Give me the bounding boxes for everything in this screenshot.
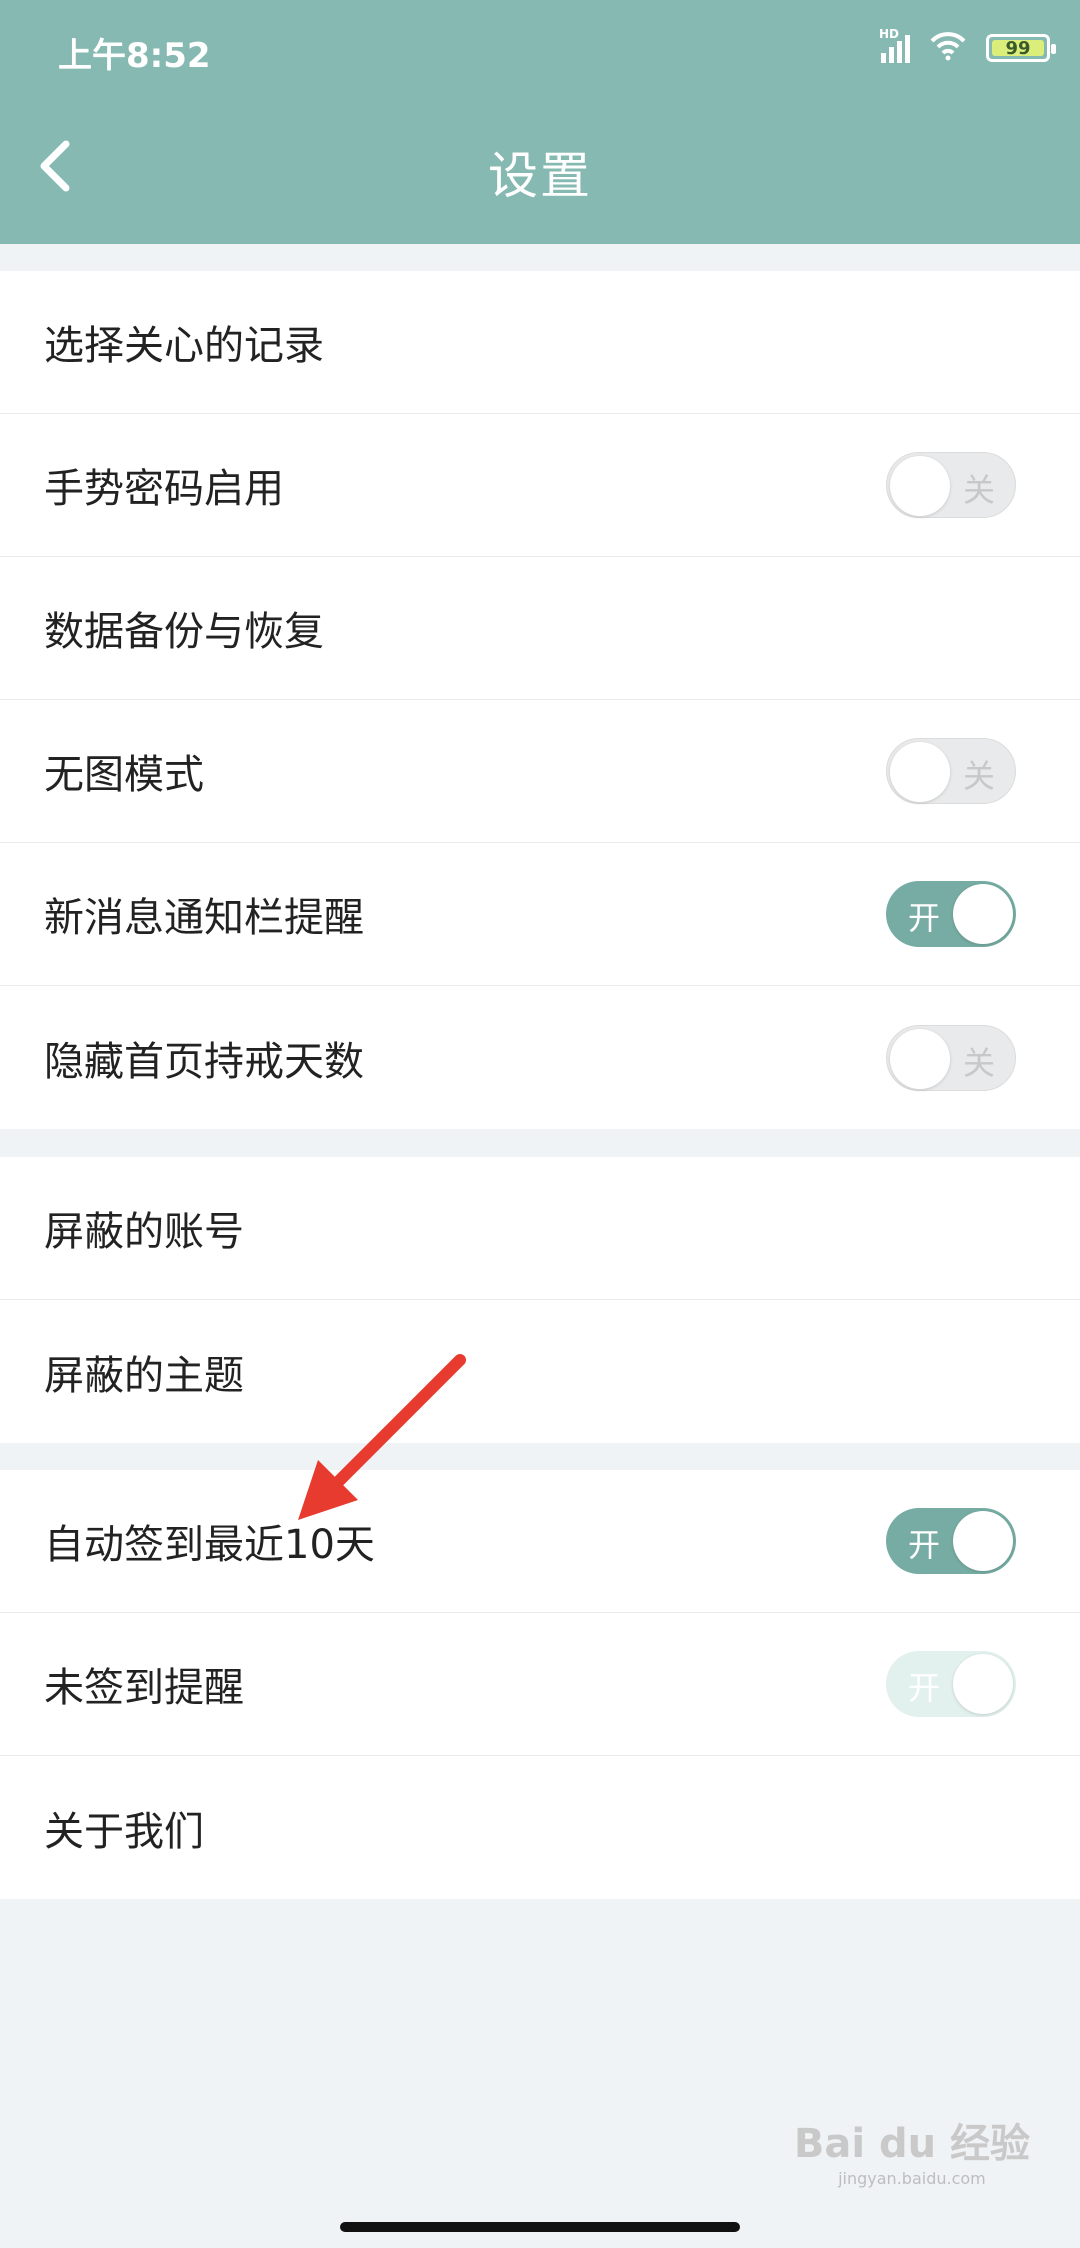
annotation-arrow-icon	[298, 1354, 466, 1520]
battery-icon: 99	[986, 34, 1056, 62]
settings-row-gesture-password: 手势密码启用 关	[0, 414, 1080, 557]
settings-row-blocked-topics[interactable]: 屏蔽的主题	[0, 1300, 1080, 1443]
row-label: 隐藏首页持戒天数	[44, 1038, 364, 1085]
watermark-sub: jingyan.baidu.com	[838, 2169, 986, 2188]
row-label: 关于我们	[44, 1808, 204, 1855]
page-title: 设置	[488, 147, 592, 205]
row-label: 屏蔽的账号	[44, 1209, 244, 1255]
wifi-icon	[928, 31, 968, 65]
baidu-watermark: Bai du 经验 jingyan.baidu.com	[794, 2111, 1030, 2188]
gesture-password-toggle[interactable]: 关	[886, 452, 1016, 518]
settings-row-care-records[interactable]: 选择关心的记录	[0, 271, 1080, 414]
settings-row-about-us[interactable]: 关于我们	[0, 1756, 1080, 1899]
toggle-knob	[953, 884, 1013, 944]
toggle-knob	[890, 1028, 950, 1089]
row-label: 未签到提醒	[44, 1665, 244, 1711]
settings-group-blocked: 屏蔽的账号 屏蔽的主题	[0, 1157, 1080, 1443]
toggle-knob	[890, 742, 950, 802]
settings-group-checkin: 自动签到最近10天 开 未签到提醒 开 关于我们	[0, 1470, 1080, 1899]
battery-level: 99	[1005, 37, 1031, 59]
signal-icon: HD	[879, 27, 910, 63]
row-label: 无图模式	[44, 752, 204, 798]
settings-row-auto-checkin: 自动签到最近10天 开	[0, 1470, 1080, 1613]
status-icons: HD 99	[879, 27, 1056, 68]
toggle-knob	[953, 1654, 1013, 1714]
toggle-knob	[890, 456, 950, 516]
watermark-text: Bai du 经验	[793, 2121, 1030, 2167]
row-label: 数据备份与恢复	[44, 609, 324, 655]
settings-row-backup-restore[interactable]: 数据备份与恢复	[0, 557, 1080, 700]
network-label: HD	[879, 27, 900, 41]
row-label: 屏蔽的主题	[44, 1352, 244, 1399]
row-label: 新消息通知栏提醒	[44, 895, 364, 941]
hide-abstinence-days-toggle[interactable]: 关	[886, 1024, 1016, 1091]
no-image-mode-toggle[interactable]: 关	[886, 738, 1016, 804]
row-label: 选择关心的记录	[44, 323, 324, 369]
checkin-reminder-toggle[interactable]: 开	[886, 1651, 1016, 1717]
settings-row-hide-abstinence-days: 隐藏首页持戒天数 关	[0, 986, 1080, 1129]
settings-row-blocked-accounts[interactable]: 屏蔽的账号	[0, 1157, 1080, 1300]
app-header: 上午8:52 HD 99 设置	[0, 0, 1080, 244]
row-label: 手势密码启用	[44, 466, 284, 512]
settings-row-checkin-reminder: 未签到提醒 开	[0, 1613, 1080, 1756]
settings-row-notification-reminder: 新消息通知栏提醒 开	[0, 843, 1080, 986]
home-indicator[interactable]	[340, 2222, 740, 2232]
status-time: 上午8:52	[58, 36, 211, 76]
auto-checkin-toggle[interactable]: 开	[886, 1508, 1016, 1574]
settings-group-general: 选择关心的记录 手势密码启用 关 数据备份与恢复 无图模式 关 新消息通知栏提醒…	[0, 271, 1080, 1129]
toggle-knob	[953, 1511, 1013, 1571]
notification-reminder-toggle[interactable]: 开	[886, 881, 1016, 947]
settings-row-no-image-mode: 无图模式 关	[0, 700, 1080, 843]
